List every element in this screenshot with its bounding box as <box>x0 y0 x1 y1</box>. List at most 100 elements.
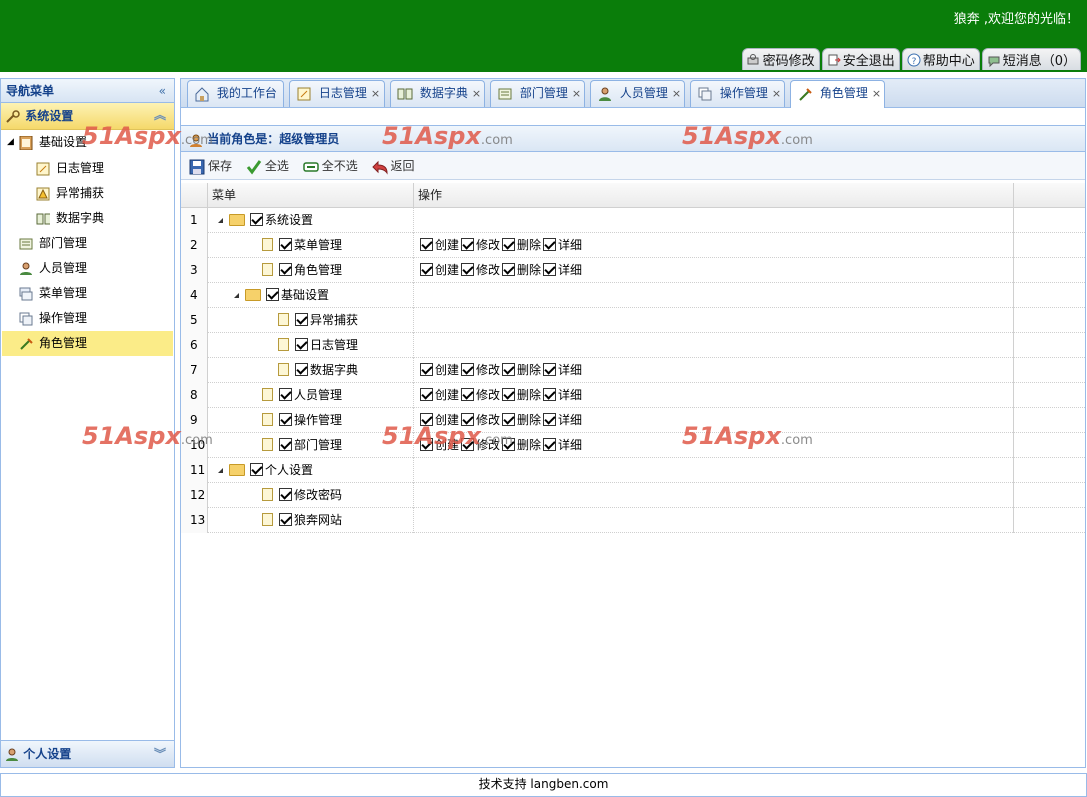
operation-checkbox[interactable] <box>543 363 557 376</box>
sidebar-item-data-dictionary[interactable]: 数据字典 <box>1 206 174 231</box>
tab-data-dictionary[interactable]: 数据字典 × <box>390 80 485 107</box>
operation-label: 删除 <box>517 363 542 377</box>
row-number: 1 <box>181 208 208 233</box>
logout-button[interactable]: 安全退出 <box>821 48 900 70</box>
operation-checkbox[interactable] <box>543 438 557 451</box>
close-icon[interactable]: × <box>872 87 881 100</box>
menu-checkbox[interactable] <box>266 288 279 301</box>
operation-cell: 创建 修改 删除 详细 <box>414 258 1014 283</box>
menu-checkbox[interactable] <box>250 213 263 226</box>
watermark: 51Aspx.com <box>682 122 813 150</box>
menu-label: 个人设置 <box>265 463 314 477</box>
menu-checkbox[interactable] <box>279 413 292 426</box>
document-icon <box>262 413 273 426</box>
operation-checkbox[interactable] <box>502 263 516 276</box>
operation-checkbox[interactable] <box>420 238 433 251</box>
menu-checkbox[interactable] <box>279 238 292 251</box>
sidebar-item-menu[interactable]: 菜单管理 <box>1 281 174 306</box>
sidebar-item-log-management[interactable]: 日志管理 <box>1 156 174 181</box>
sidebar-item-personnel[interactable]: 人员管理 <box>1 256 174 281</box>
row-number: 3 <box>181 258 208 283</box>
menu-checkbox[interactable] <box>279 438 292 451</box>
back-button[interactable]: 返回 <box>371 152 415 180</box>
operation-checkbox[interactable] <box>461 363 475 376</box>
operation-label: 删除 <box>517 438 542 452</box>
tab-bar: 我的工作台 日志管理 × 数据字典 × 部门管理 × 人员管理 × 操作管理 × 角色管理… <box>181 79 1085 108</box>
tab-operation[interactable]: 操作管理 × <box>690 80 785 107</box>
menu-checkbox[interactable] <box>279 263 292 276</box>
close-icon[interactable]: × <box>572 87 581 100</box>
menu-label: 角色管理 <box>294 263 343 277</box>
sidebar-item-exception-capture[interactable]: 异常捕获 <box>1 181 174 206</box>
operation-checkbox[interactable] <box>502 363 516 376</box>
operation-checkbox[interactable] <box>543 413 557 426</box>
grid-body: 1 系统设置 2 菜单管理 创建 修改 删除 详细 3 角色管理 创建 修改 删除 详细 4 基础设置 5 异常捕… <box>181 208 1085 533</box>
close-icon[interactable]: × <box>772 87 781 100</box>
operation-checkbox[interactable] <box>543 388 557 401</box>
accordion-personal-settings[interactable]: 个人设置 ︾ <box>1 740 174 767</box>
operation-checkbox[interactable] <box>543 238 557 251</box>
menu-checkbox[interactable] <box>295 338 308 351</box>
row-number: 11 <box>181 458 208 483</box>
select-none-button[interactable]: 全不选 <box>302 152 358 180</box>
messages-button[interactable]: 短消息（0） <box>981 48 1081 70</box>
document-icon <box>262 513 273 526</box>
menu-checkbox[interactable] <box>279 513 292 526</box>
operation-checkbox[interactable] <box>420 363 433 376</box>
help-center-button[interactable]: ? 帮助中心 <box>901 48 980 70</box>
close-icon[interactable]: × <box>371 87 380 100</box>
expand-arrow-icon[interactable] <box>218 468 223 473</box>
operation-label: 详细 <box>558 263 583 277</box>
tab-department[interactable]: 部门管理 × <box>490 80 585 107</box>
welcome-text: 狼奔 ,欢迎您的光临！ <box>953 12 1079 27</box>
menu-checkbox[interactable] <box>295 363 308 376</box>
key-icon <box>747 53 761 67</box>
uncheck-icon <box>302 161 319 172</box>
sidebar-item-role[interactable]: 角色管理 <box>2 331 173 356</box>
row-number: 4 <box>181 283 208 308</box>
chevron-down-icon[interactable]: ︾ <box>154 741 166 768</box>
operation-checkbox[interactable] <box>502 388 516 401</box>
operation-checkbox[interactable] <box>420 263 433 276</box>
select-all-button[interactable]: 全选 <box>246 152 289 180</box>
expand-arrow-icon[interactable] <box>218 218 223 223</box>
watermark: 51Aspx.com <box>82 422 213 450</box>
watermark: 51Aspx.com <box>382 422 513 450</box>
tab-personnel[interactable]: 人员管理 × <box>590 80 685 107</box>
operation-checkbox[interactable] <box>461 388 475 401</box>
expand-arrow-icon[interactable]: ◢ <box>7 130 14 155</box>
operation-label: 详细 <box>558 413 583 427</box>
operation-label: 创建 <box>435 238 460 252</box>
operation-checkbox[interactable] <box>543 263 557 276</box>
collapse-left-icon[interactable]: « <box>159 79 166 103</box>
tab-log-management[interactable]: 日志管理 × <box>289 80 385 107</box>
change-password-button[interactable]: 密码修改 <box>741 48 820 70</box>
tab-workbench[interactable]: 我的工作台 <box>187 80 284 107</box>
menu-checkbox[interactable] <box>295 313 308 326</box>
user-icon <box>599 87 611 101</box>
operation-checkbox[interactable] <box>461 238 475 251</box>
sidebar-item-operation[interactable]: 操作管理 <box>1 306 174 331</box>
operation-checkbox[interactable] <box>420 388 433 401</box>
table-row: 9 操作管理 创建 修改 删除 详细 <box>181 408 1085 433</box>
menu-checkbox[interactable] <box>279 488 292 501</box>
menu-label: 菜单管理 <box>294 238 343 252</box>
operation-cell: 创建 修改 删除 详细 <box>414 358 1014 383</box>
watermark: 51Aspx.com <box>382 122 513 150</box>
operation-label: 修改 <box>476 238 501 252</box>
operation-checkbox[interactable] <box>502 238 516 251</box>
operation-checkbox[interactable] <box>461 263 475 276</box>
wrench-icon <box>6 109 20 123</box>
menu-checkbox[interactable] <box>250 463 263 476</box>
save-button[interactable]: 保存 <box>189 152 232 180</box>
menu-label: 异常捕获 <box>310 313 359 327</box>
watermark: 51Aspx.com <box>682 422 813 450</box>
expand-arrow-icon[interactable] <box>234 293 239 298</box>
menu-checkbox[interactable] <box>279 388 292 401</box>
close-icon[interactable]: × <box>672 87 681 100</box>
sidebar-item-department[interactable]: 部门管理 <box>1 231 174 256</box>
grid-header: 菜单 操作 <box>181 183 1085 208</box>
back-icon <box>371 160 388 175</box>
close-icon[interactable]: × <box>472 87 481 100</box>
tab-role[interactable]: 角色管理 × <box>790 80 885 108</box>
